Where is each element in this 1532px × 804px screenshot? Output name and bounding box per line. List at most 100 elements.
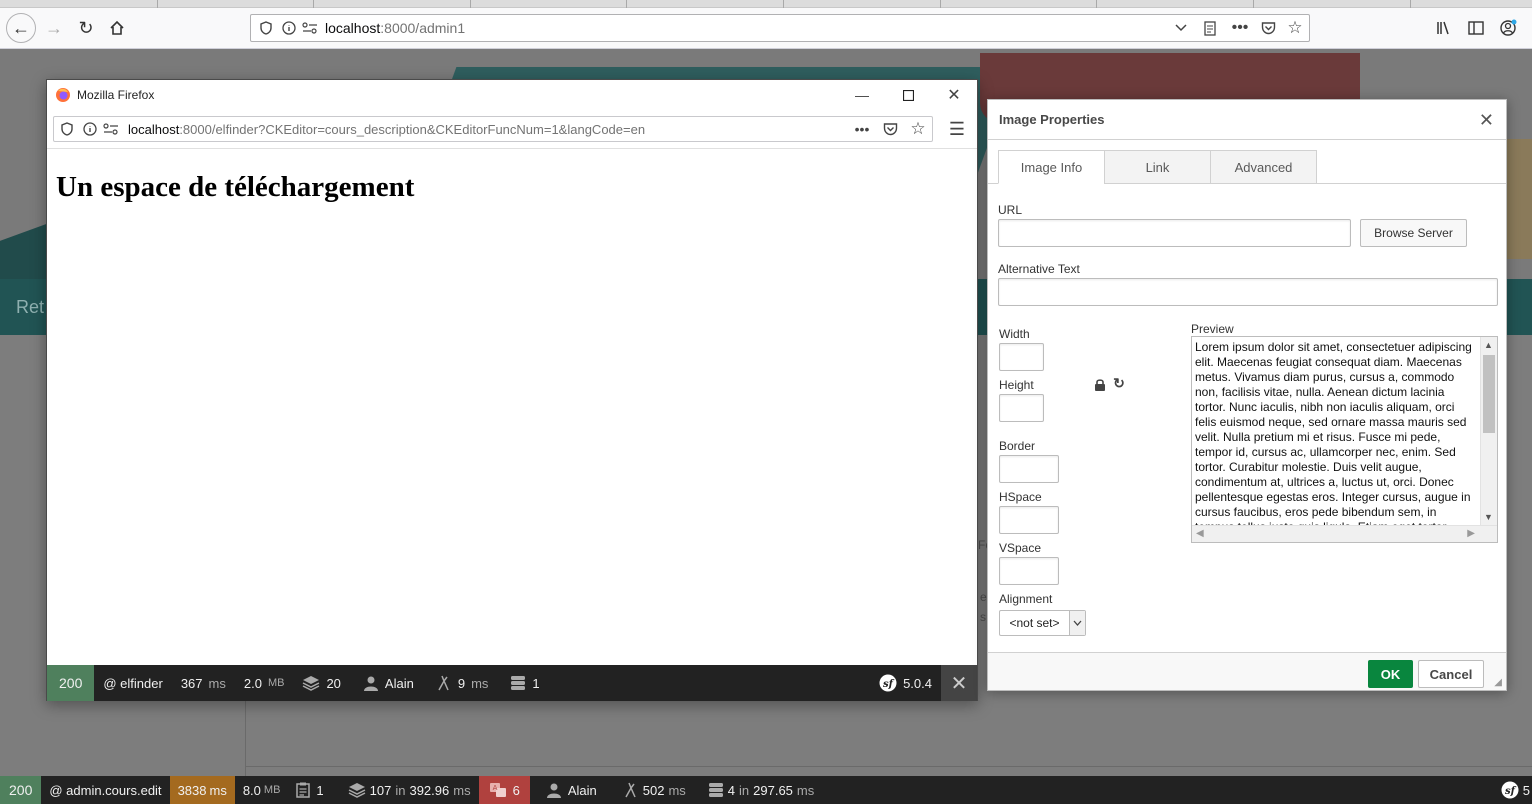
home-icon[interactable] (103, 14, 131, 42)
preview-vertical-scrollbar[interactable]: ▲ ▼ (1480, 337, 1497, 525)
db-item[interactable]: 4 in 297.65 ms (700, 776, 822, 804)
translation-icon: A (489, 783, 506, 797)
route-item[interactable]: @ elfinder (94, 665, 171, 701)
forward-icon[interactable]: → (40, 14, 68, 42)
library-icon[interactable] (1430, 14, 1458, 42)
memory-item[interactable]: 8.0 MB (235, 776, 289, 804)
firefox-logo-icon (49, 87, 77, 103)
twig-time: 392.96 (409, 782, 450, 798)
hspace-input[interactable] (999, 506, 1059, 534)
scroll-down-icon[interactable]: ▼ (1484, 512, 1493, 522)
background-panel (245, 700, 1532, 776)
reader-view-icon[interactable] (1195, 20, 1225, 36)
browse-server-button[interactable]: Browse Server (1360, 219, 1467, 247)
hamburger-menu-icon[interactable]: ☰ (945, 119, 969, 139)
more-actions-icon[interactable]: ••• (1225, 19, 1255, 37)
back-icon[interactable]: ← (6, 13, 36, 43)
vspace-input[interactable] (999, 557, 1059, 585)
time-unit: ms (209, 782, 227, 798)
memory-value: 2.0 (243, 675, 262, 691)
events-item[interactable]: 9 ms (427, 665, 498, 701)
alignment-label: Alignment (999, 592, 1053, 606)
url-input[interactable] (998, 219, 1351, 247)
events-time: 502 (642, 782, 665, 798)
maximize-icon[interactable] (885, 89, 931, 101)
lock-ratio-icon[interactable] (1093, 377, 1107, 391)
close-icon[interactable]: ✕ (1479, 110, 1494, 131)
time-item[interactable]: 3838 ms (169, 776, 235, 804)
info-icon[interactable] (279, 21, 299, 35)
reload-icon[interactable]: ↻ (72, 14, 100, 42)
width-input[interactable] (999, 343, 1044, 371)
status-code[interactable]: 200 (0, 776, 42, 804)
svg-text:sf: sf (883, 679, 895, 690)
twig-count: 107 (369, 782, 392, 798)
ok-button[interactable]: OK (1368, 660, 1413, 688)
scroll-left-icon[interactable]: ◀ (1196, 528, 1204, 539)
popup-url-text: localhost:8000/elfinder?CKEditor=cours_d… (128, 122, 645, 137)
forms-item[interactable]: 1 (288, 776, 331, 804)
alt-text-input[interactable] (998, 278, 1498, 306)
translation-item[interactable]: A 6 (478, 776, 530, 804)
chevron-down-icon[interactable] (1167, 24, 1195, 32)
user-item[interactable]: Alain (354, 665, 423, 701)
url-bar[interactable]: localhost:8000/admin1 ••• ☆ (250, 14, 1310, 42)
bookmark-star-icon[interactable]: ☆ (1281, 18, 1309, 38)
url-path: :8000/admin1 (380, 20, 466, 36)
tab-link[interactable]: Link (1104, 150, 1211, 184)
shield-icon[interactable] (253, 21, 279, 35)
url-host: localhost (325, 20, 381, 36)
width-label: Width (999, 327, 1030, 341)
permissions-icon[interactable] (299, 22, 321, 34)
border-input[interactable] (999, 455, 1059, 483)
alt-text-label: Alternative Text (998, 262, 1080, 276)
twig-item[interactable]: 20 (293, 665, 349, 701)
twig-item[interactable]: 107 in 392.96 ms (340, 776, 479, 804)
events-item[interactable]: 502 ms (615, 776, 694, 804)
minimize-icon[interactable]: — (839, 87, 885, 103)
events-time: 9 (457, 675, 466, 691)
reset-size-icon[interactable]: ↻ (1112, 375, 1126, 391)
shield-icon[interactable] (54, 122, 80, 136)
time-value: 367 (180, 675, 203, 691)
account-icon[interactable] (1494, 14, 1522, 42)
preview-horizontal-scrollbar[interactable]: ◀ ▶ (1192, 525, 1497, 542)
pocket-icon[interactable] (1255, 21, 1281, 35)
info-icon[interactable] (80, 122, 100, 136)
popup-url-bar[interactable]: localhost:8000/elfinder?CKEditor=cours_d… (53, 116, 933, 142)
bookmark-star-icon[interactable]: ☆ (904, 119, 932, 139)
cancel-button[interactable]: Cancel (1418, 660, 1484, 688)
route-item[interactable]: @ admin.cours.edit (41, 776, 169, 804)
memory-item[interactable]: 2.0 MB (235, 665, 294, 701)
symfony-version: 5 (1522, 782, 1530, 798)
symfony-version-item[interactable]: sf 5.0.4 (870, 665, 941, 701)
url-host: localhost (128, 121, 180, 137)
db-item[interactable]: 1 (501, 665, 548, 701)
preview-box: Lorem ipsum dolor sit amet, consectetuer… (1191, 336, 1498, 543)
more-actions-icon[interactable]: ••• (848, 121, 876, 137)
pocket-icon[interactable] (876, 122, 904, 136)
db-count: 1 (532, 675, 540, 691)
alignment-select[interactable]: <not set> (999, 610, 1086, 636)
sidebar-icon[interactable] (1462, 14, 1490, 42)
scroll-right-icon[interactable]: ▶ (1467, 528, 1475, 539)
permissions-icon[interactable] (100, 123, 122, 135)
height-input[interactable] (999, 394, 1044, 422)
tab-image-info[interactable]: Image Info (998, 150, 1105, 184)
twig-in: in (395, 782, 406, 798)
resize-handle-icon[interactable]: ◢ (1494, 677, 1502, 688)
browser-toolbar: ← → ↻ localhost:8000/admin1 ••• ☆ (0, 8, 1532, 49)
time-item[interactable]: 367 ms (172, 665, 235, 701)
scroll-up-icon[interactable]: ▲ (1484, 340, 1493, 350)
toolbar-close-icon[interactable]: ✕ (941, 665, 977, 701)
tab-advanced[interactable]: Advanced (1210, 150, 1317, 184)
close-icon[interactable]: ✕ (931, 85, 977, 105)
vspace-label: VSpace (999, 541, 1042, 555)
chevron-down-icon[interactable] (1069, 611, 1085, 635)
debug-toolbar: 200 @ admin.cours.edit 3838 ms 8.0 MB 1 10… (0, 776, 1532, 804)
events-icon (438, 675, 449, 691)
user-item[interactable]: Alain (538, 776, 605, 804)
status-code[interactable]: 200 (47, 665, 95, 701)
scrollbar-thumb[interactable] (1483, 355, 1495, 433)
symfony-version-item[interactable]: sf 5 (1501, 776, 1532, 804)
